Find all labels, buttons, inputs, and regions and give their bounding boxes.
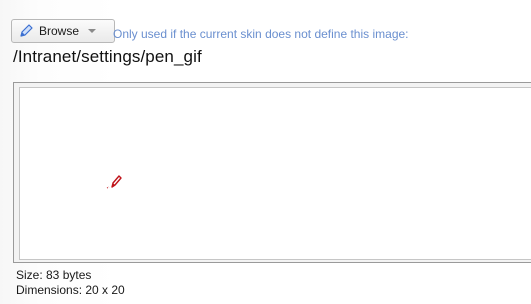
pen-icon bbox=[104, 171, 124, 191]
pen-icon bbox=[18, 23, 34, 39]
skin-hint-text: Only used if the current skin does not d… bbox=[113, 27, 409, 41]
image-preview-area bbox=[19, 87, 531, 260]
image-dimensions-text: Dimensions: 20 x 20 bbox=[16, 283, 125, 297]
image-size-text: Size: 83 bytes bbox=[16, 268, 92, 282]
image-preview-frame bbox=[13, 82, 531, 263]
browse-button[interactable]: Browse bbox=[11, 19, 115, 43]
browse-button-label: Browse bbox=[39, 24, 80, 38]
chevron-down-icon[interactable] bbox=[85, 24, 99, 38]
image-path: /Intranet/settings/pen_gif bbox=[13, 47, 202, 66]
